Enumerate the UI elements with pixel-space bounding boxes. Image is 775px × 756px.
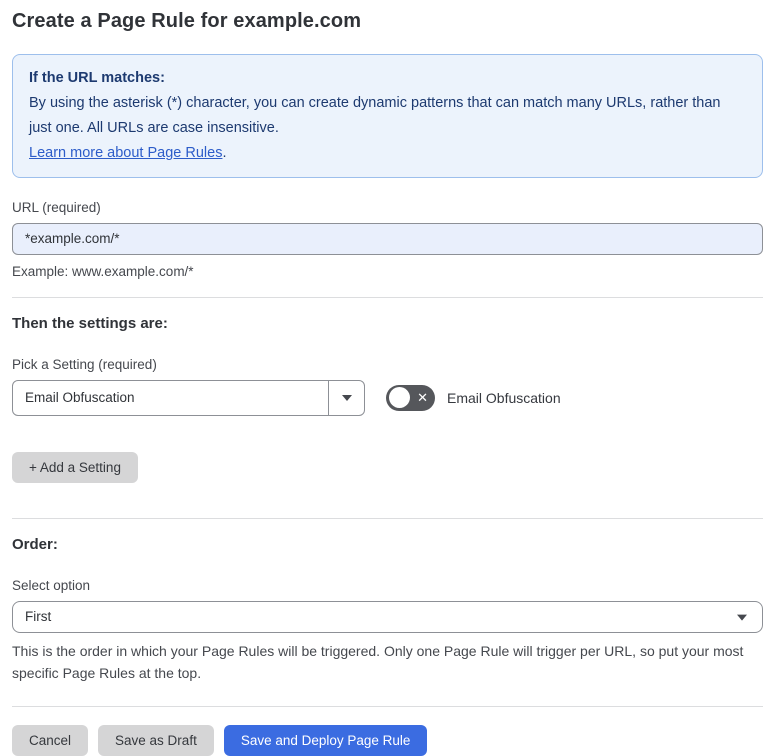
page-title: Create a Page Rule for example.com [12, 10, 362, 32]
order-section-heading: Order: [12, 535, 58, 553]
cancel-button[interactable]: Cancel [12, 724, 89, 756]
save-draft-button[interactable]: Save as Draft [98, 724, 214, 756]
divider [12, 296, 763, 298]
setting-row: Email Obfuscation ✕ Email Obfuscation [12, 379, 763, 416]
chevron-down-icon [341, 394, 352, 401]
order-select-value: First [25, 609, 52, 625]
url-example-text: Example: www.example.com/* [12, 263, 194, 279]
setting-picker-label: Pick a Setting (required) [12, 356, 157, 372]
settings-section-heading: Then the settings are: [12, 314, 168, 332]
url-match-info-box: If the URL matches: By using the asteris… [12, 54, 763, 178]
setting-picker-dropdown[interactable]: Email Obfuscation [12, 379, 365, 416]
link-suffix: . [222, 144, 227, 161]
order-select-label: Select option [12, 577, 91, 593]
info-box-heading: If the URL matches: [29, 70, 165, 86]
order-select-dropdown[interactable]: First [12, 600, 763, 633]
dropdown-caret-segment[interactable] [328, 380, 364, 415]
email-obfuscation-toggle[interactable]: ✕ [386, 384, 435, 411]
save-deploy-button[interactable]: Save and Deploy Page Rule [223, 724, 428, 756]
toggle-label: Email Obfuscation [447, 389, 561, 406]
toggle-off-x-icon: ✕ [417, 389, 428, 405]
add-setting-button[interactable]: + Add a Setting [12, 451, 138, 483]
chevron-down-icon [737, 614, 747, 621]
info-box-body: By using the asterisk (*) character, you… [29, 94, 721, 136]
setting-picker-value: Email Obfuscation [25, 390, 135, 406]
url-field-label: URL (required) [12, 199, 101, 215]
learn-more-link[interactable]: Learn more about Page Rules [29, 145, 222, 161]
footer-button-row: Cancel Save as Draft Save and Deploy Pag… [12, 724, 763, 756]
info-box-link-line: Learn more about Page Rules. [29, 141, 746, 166]
url-input[interactable] [12, 222, 763, 255]
order-help-text: This is the order in which your Page Rul… [12, 642, 744, 682]
toggle-knob [389, 387, 410, 409]
divider [12, 517, 763, 519]
divider [12, 705, 763, 707]
